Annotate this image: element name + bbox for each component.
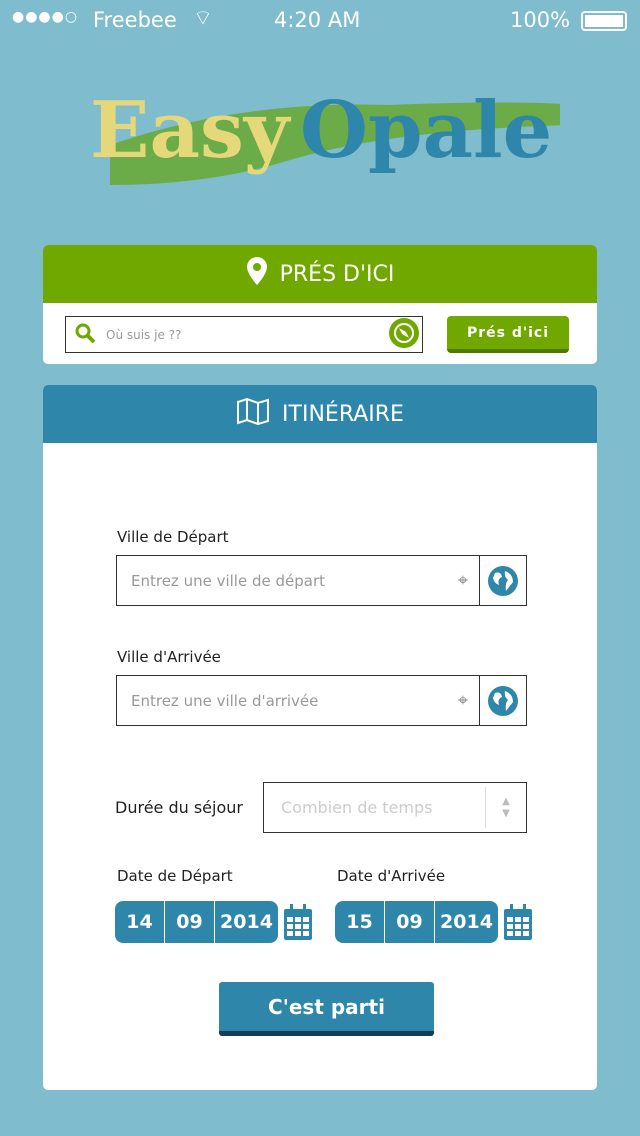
nearby-title: PRÉS D'ICI [279, 261, 395, 287]
battery-icon [581, 11, 627, 31]
day[interactable]: 14 [115, 901, 165, 943]
logo-word-opale: Opale [300, 85, 553, 176]
globe-icon[interactable] [479, 556, 526, 605]
itinerary-title: ITINÉRAIRE [282, 401, 404, 427]
itinerary-card: ITINÉRAIRE Ville de Départ Entrez une vi… [43, 385, 597, 1090]
compass-icon[interactable] [389, 318, 419, 351]
year[interactable]: 2014 [215, 901, 278, 943]
year[interactable]: 2014 [435, 901, 498, 943]
logo-word-easy: Easy [90, 85, 290, 176]
map-icon [236, 397, 270, 431]
day[interactable]: 15 [335, 901, 385, 943]
departure-city-input[interactable]: Entrez une ville de départ ⌖ [116, 555, 527, 606]
battery-percent: 100% [510, 8, 571, 32]
nearby-card: PRÉS D'ICI Où suis je ?? Prés d'ici [43, 245, 597, 364]
date-departure-label: Date de Départ [117, 867, 233, 885]
departure-label: Ville de Départ [117, 528, 229, 546]
calendar-icon[interactable] [503, 903, 533, 945]
departure-placeholder: Entrez une ville de départ [131, 571, 325, 590]
date-departure-picker[interactable]: 14 09 2014 [115, 901, 278, 943]
duration-label: Durée du séjour [115, 798, 243, 817]
nearby-header: PRÉS D'ICI [43, 245, 597, 303]
arrival-placeholder: Entrez une ville d'arrivée [131, 691, 319, 710]
search-icon [74, 322, 96, 347]
where-am-i-input[interactable]: Où suis je ?? [65, 316, 423, 353]
locate-icon[interactable]: ⌖ [458, 570, 468, 591]
arrival-label: Ville d'Arrivée [117, 648, 221, 666]
duration-select[interactable]: Combien de temps ▲ ▼ [263, 782, 527, 833]
duration-placeholder: Combien de temps [281, 798, 433, 817]
submit-button[interactable]: C'est parti [219, 982, 434, 1036]
calendar-icon[interactable] [283, 903, 313, 945]
itinerary-header: ITINÉRAIRE [43, 385, 597, 443]
nearby-button[interactable]: Prés d'ici [447, 316, 569, 353]
stepper-arrows-icon[interactable]: ▲ ▼ [485, 787, 526, 828]
wifi-icon: ⌔ [193, 6, 213, 30]
month[interactable]: 09 [385, 901, 435, 943]
arrival-city-input[interactable]: Entrez une ville d'arrivée ⌖ [116, 675, 527, 726]
globe-icon[interactable] [479, 676, 526, 725]
date-arrival-picker[interactable]: 15 09 2014 [335, 901, 498, 943]
locate-icon[interactable]: ⌖ [458, 690, 468, 711]
search-placeholder: Où suis je ?? [106, 327, 182, 342]
clock: 4:20 AM [274, 8, 361, 32]
signal-icon: ●●●●○ [12, 9, 79, 25]
month[interactable]: 09 [165, 901, 215, 943]
date-arrival-label: Date d'Arrivée [337, 867, 446, 885]
map-pin-icon [246, 256, 268, 292]
logo: Easy Opale [90, 85, 560, 195]
carrier: Freebee [93, 8, 177, 32]
status-bar: ●●●●○ Freebee ⌔ 4:20 AM 100% [0, 0, 640, 40]
